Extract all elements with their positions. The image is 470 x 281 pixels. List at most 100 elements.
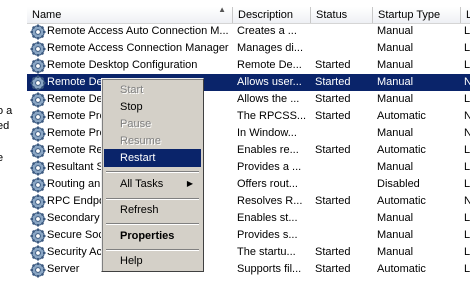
service-status: Started [315,110,351,122]
service-description: Creates a ... [237,25,297,37]
service-startup-type: Manual [377,25,414,37]
gear-icon [30,23,46,40]
service-log-on-as: L [464,263,470,275]
gear-icon [30,227,46,244]
service-row[interactable]: Remote Pro cator In Window... Manual N [27,125,470,142]
context-menu: Start Stop Pause Resume Restart All Task… [101,78,204,272]
column-header-startup-type-label: Startup Type [378,9,441,21]
menu-item-properties[interactable]: Properties [104,227,201,245]
column-header-row: Name ▲ Description Status Startup Type L [27,7,470,24]
menu-item-refresh[interactable]: Refresh [104,201,201,219]
gear-icon [30,176,46,193]
service-status [315,210,373,227]
service-name: Remote Access Connection Manager [47,42,229,54]
menu-separator [106,249,199,251]
service-row[interactable]: Remote Pro The RPCSS... Started Automatic N [27,108,470,125]
service-row[interactable]: Remote De od... Allows the ... Started Manu… [27,91,470,108]
service-row[interactable]: Secondary Enables st... Manual L [27,210,470,227]
services-list-view[interactable]: Name ▲ Description Status Startup Type L… [27,0,470,281]
service-status: Started [315,144,351,156]
gear-icon [30,261,46,278]
menu-item-start[interactable]: Start [104,81,201,99]
service-status [315,125,373,142]
service-status: Started [315,93,351,105]
service-description: The startu... [237,246,296,258]
sort-up-icon: ▲ [218,7,226,14]
service-log-on-as: N [464,76,470,88]
service-row[interactable]: Remote Access Connection Manager Manages … [27,40,470,57]
service-description: Allows user... [237,76,302,88]
service-startup-type: Automatic [377,195,426,207]
service-row[interactable]: Server Supports fil... Started Automatic L [27,261,470,278]
service-row[interactable]: Resultant S Provides a ... Manual L [27,159,470,176]
service-log-on-as: L [464,42,470,54]
column-header-description[interactable]: Description [233,7,311,23]
menu-item-resume[interactable]: Resume [104,132,201,150]
menu-item-restart[interactable]: Restart [104,149,201,167]
gear-icon [30,125,46,142]
service-startup-type: Manual [377,229,414,241]
service-startup-type: Disabled [377,178,420,190]
service-row[interactable]: Remote Desktop Configuration Remote De...… [27,57,470,74]
service-status: Started [315,59,351,71]
service-row[interactable]: Remote Re Enables re... Started Automatic L [27,142,470,159]
service-row[interactable]: Remote De Allows user... Started Manual N [27,74,470,91]
gear-icon [30,40,46,57]
column-header-name[interactable]: Name ▲ [27,7,233,23]
service-log-on-as: N [464,195,470,207]
left-pane-text: o a [0,105,13,117]
service-description: Remote De... [237,59,302,71]
service-row[interactable]: Secure Soc l S... Provides s... Manual L [27,227,470,244]
service-startup-type: Automatic [377,144,426,156]
column-header-name-label: Name [32,9,62,21]
service-log-on-as: L [464,144,470,156]
gear-icon [30,74,46,91]
service-name: Remote Desktop Configuration [47,59,198,71]
gear-icon [30,210,46,227]
gear-icon [30,244,46,261]
service-row[interactable]: Security Ac The startu... Started Manual L [27,244,470,261]
service-startup-type: Manual [377,76,414,88]
service-row[interactable]: Routing an Offers rout... Disabled L [27,176,470,193]
column-header-log-on-as[interactable]: L [461,7,470,23]
menu-item-all-tasks-label: All Tasks [120,178,164,190]
service-name: Remote Access Auto Connection M... [47,25,229,37]
column-header-status[interactable]: Status [311,7,373,23]
service-row[interactable]: Remote Access Auto Connection M... Create… [27,23,470,40]
service-description: Allows the ... [237,93,300,105]
service-status [315,40,373,57]
gear-icon [30,193,46,210]
service-description: Supports fil... [237,263,302,275]
service-log-on-as: N [464,127,470,139]
service-log-on-as: L [464,161,470,173]
triangle-right-icon: ▶ [186,179,193,188]
left-pane-text: ed [0,120,10,132]
column-header-startup-type[interactable]: Startup Type [373,7,461,23]
service-status [315,159,373,176]
service-startup-type: Manual [377,127,414,139]
left-pane: t o a ed e [0,0,27,281]
gear-icon [30,142,46,159]
column-header-description-label: Description [238,9,294,21]
menu-item-pause[interactable]: Pause [104,115,201,133]
service-description: The RPCSS... [237,110,307,122]
service-startup-type: Automatic [377,110,426,122]
service-status: Started [315,76,351,88]
service-description: Resolves R... [237,195,303,207]
service-startup-type: Manual [377,161,414,173]
service-log-on-as: L [464,178,470,190]
menu-separator [106,198,199,200]
service-log-on-as: L [464,212,470,224]
menu-item-help[interactable]: Help [104,252,201,270]
service-log-on-as: L [464,229,470,241]
service-description: Offers rout... [237,178,298,190]
service-description: In Window... [237,127,297,139]
service-row[interactable]: RPC Endpo Resolves R... Started Automatic N [27,193,470,210]
gear-icon [30,159,46,176]
menu-item-all-tasks[interactable]: All Tasks ▶ [104,175,201,193]
service-description: Provides a ... [237,161,302,173]
menu-item-stop[interactable]: Stop [104,98,201,116]
service-status: Started [315,246,351,258]
column-header-log-on-as-label: L [466,9,470,21]
column-header-status-label: Status [316,9,348,21]
